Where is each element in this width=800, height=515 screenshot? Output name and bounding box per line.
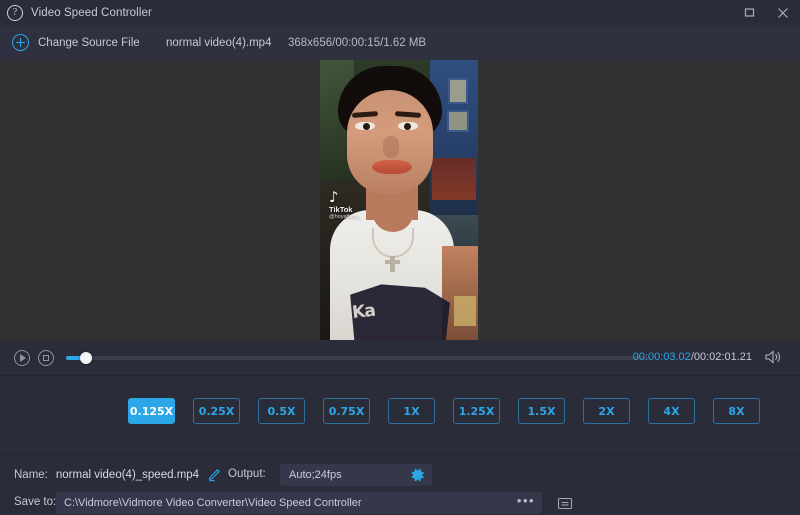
output-format-value: Auto;24fps (289, 469, 342, 481)
window-controls (732, 0, 800, 25)
preview-pendant (390, 256, 395, 272)
preview-lips (372, 160, 412, 174)
play-circle-icon[interactable] (14, 350, 30, 366)
progress-slider[interactable] (66, 356, 650, 360)
top-toolbar: Change Source File normal video(4).mp4 3… (0, 25, 800, 60)
play-triangle (20, 354, 26, 362)
change-source-file-button[interactable]: Change Source File (38, 37, 140, 49)
app-logo-icon: ? (7, 5, 23, 21)
save-to-label: Save to: (14, 496, 56, 508)
time-display: 00:00:03.02/00:02:01.21 (633, 351, 752, 363)
folder-open-icon[interactable] (552, 492, 578, 514)
output-label: Output: (228, 468, 266, 480)
total-time: 00:02:01.21 (694, 351, 752, 363)
speed-button-05x[interactable]: 0.5X (258, 398, 305, 424)
speed-button-8x[interactable]: 8X (713, 398, 760, 424)
preview-object (432, 158, 476, 200)
preview-pupil (404, 123, 411, 130)
maximize-icon[interactable] (732, 0, 766, 25)
tiktok-watermark-username: @hoyathbin_ (329, 215, 362, 221)
gear-icon[interactable] (411, 468, 425, 482)
video-preview[interactable]: Ka ♪ TikTok @hoyathbin_ (320, 60, 478, 340)
save-to-value: C:\Vidmore\Vidmore Video Converter\Video… (64, 497, 362, 509)
output-settings-panel: Name: normal video(4)_speed.mp4 Output: … (0, 456, 800, 515)
speed-button-0125x[interactable]: 0.125X (128, 398, 175, 424)
preview-object (454, 296, 476, 326)
preview-nose (383, 136, 399, 158)
tiktok-watermark-label: TikTok (329, 206, 362, 214)
output-name-value: normal video(4)_speed.mp4 (56, 469, 199, 481)
pencil-icon[interactable] (207, 468, 221, 482)
stop-square (43, 355, 49, 361)
speed-button-075x[interactable]: 0.75X (323, 398, 370, 424)
current-time: 00:00:03.02 (633, 351, 691, 363)
source-file-meta: 368x656/00:00:15/1.62 MB (288, 37, 426, 49)
speed-button-15x[interactable]: 1.5X (518, 398, 565, 424)
speed-button-1x[interactable]: 1X (388, 398, 435, 424)
stop-circle-icon[interactable] (38, 350, 54, 366)
titlebar: ? Video Speed Controller (0, 0, 800, 25)
preview-pupil (363, 123, 370, 130)
video-speed-controller-window: ? Video Speed Controller Change Source F… (0, 0, 800, 515)
output-format-field[interactable]: Auto;24fps (280, 464, 432, 486)
browse-button[interactable]: ••• (516, 496, 536, 510)
tiktok-watermark: ♪ TikTok @hoyathbin_ (329, 190, 362, 220)
tiktok-note-icon: ♪ (329, 190, 362, 205)
video-stage: Ka ♪ TikTok @hoyathbin_ (0, 60, 800, 340)
source-file-name: normal video(4).mp4 (166, 37, 271, 49)
speed-button-025x[interactable]: 0.25X (193, 398, 240, 424)
speed-button-125x[interactable]: 1.25X (453, 398, 500, 424)
close-icon[interactable] (766, 0, 800, 25)
preview-picture-frame (448, 78, 468, 104)
speed-button-4x[interactable]: 4X (648, 398, 695, 424)
name-label: Name: (14, 469, 48, 481)
progress-slider-handle[interactable] (80, 352, 92, 364)
save-to-field[interactable]: C:\Vidmore\Vidmore Video Converter\Video… (56, 492, 542, 514)
preview-picture-frame (447, 110, 469, 132)
volume-icon[interactable] (764, 350, 782, 364)
name-row: Name: normal video(4)_speed.mp4 (0, 464, 221, 486)
window-title: Video Speed Controller (31, 7, 152, 19)
plus-circle-icon[interactable] (12, 34, 29, 51)
speed-options-row: 0.125X 0.25X 0.5X 0.75X 1X 1.25X 1.5X 2X… (128, 398, 760, 424)
speed-button-2x[interactable]: 2X (583, 398, 630, 424)
